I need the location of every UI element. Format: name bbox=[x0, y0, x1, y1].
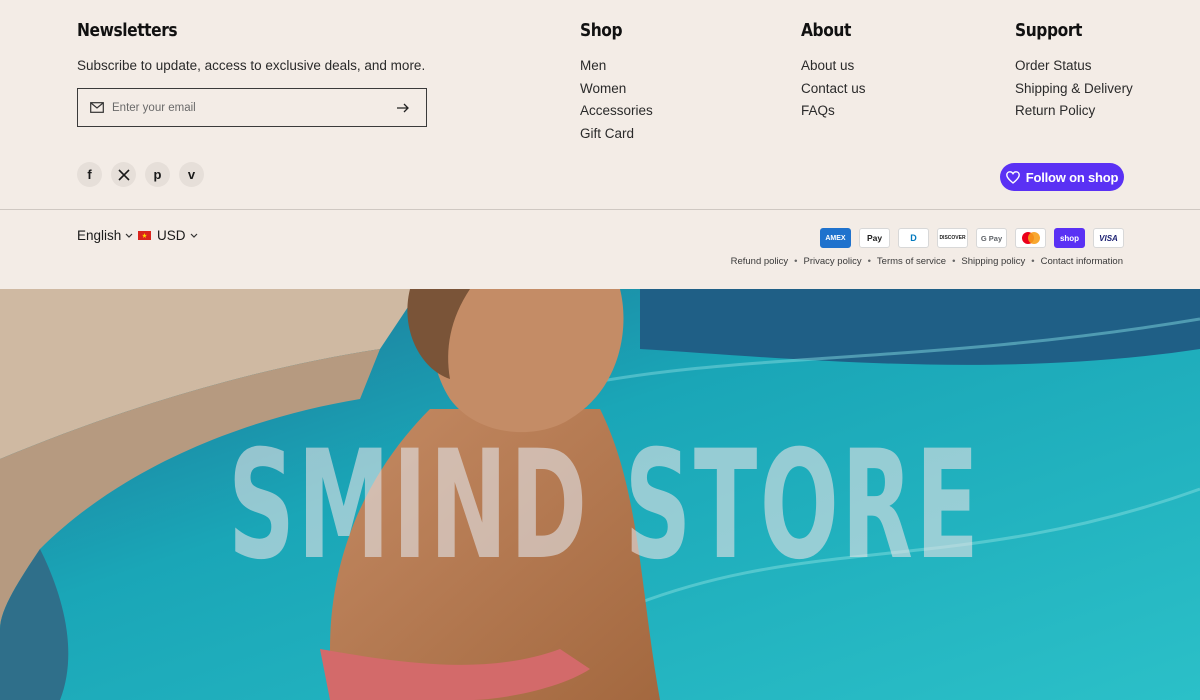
language-label: English bbox=[77, 228, 122, 243]
apple-pay-icon: Pay bbox=[859, 228, 890, 248]
google-pay-icon: G Pay bbox=[976, 228, 1007, 248]
about-title: About bbox=[801, 20, 851, 41]
email-form bbox=[77, 88, 427, 127]
mail-icon bbox=[90, 102, 104, 113]
separator: • bbox=[867, 256, 871, 267]
shop-links: Men Women Accessories Gift Card bbox=[580, 58, 653, 148]
currency-selector[interactable]: USD bbox=[138, 228, 198, 243]
hero-title: SMIND STORE bbox=[228, 419, 982, 593]
chevron-down-icon bbox=[125, 233, 133, 239]
pinterest-icon[interactable]: p bbox=[145, 162, 170, 187]
flag-icon bbox=[138, 231, 151, 240]
visa-icon: VISA bbox=[1093, 228, 1124, 248]
x-icon[interactable] bbox=[111, 162, 136, 187]
separator: • bbox=[952, 256, 956, 267]
policy-link[interactable]: Contact information bbox=[1041, 256, 1123, 267]
support-title: Support bbox=[1015, 20, 1082, 41]
mastercard-icon bbox=[1015, 228, 1046, 248]
shop-title: Shop bbox=[580, 20, 623, 41]
separator: • bbox=[794, 256, 798, 267]
facebook-icon[interactable]: f bbox=[77, 162, 102, 187]
chevron-down-icon bbox=[190, 233, 198, 239]
shop-link[interactable]: Accessories bbox=[580, 103, 653, 126]
about-link[interactable]: About us bbox=[801, 58, 866, 81]
policy-link[interactable]: Privacy policy bbox=[804, 256, 862, 267]
divider bbox=[0, 209, 1200, 210]
heart-icon bbox=[1005, 170, 1020, 184]
about-links: About us Contact us FAQs bbox=[801, 58, 866, 126]
footer: Newsletters Subscribe to update, access … bbox=[0, 0, 1200, 289]
shop-link[interactable]: Women bbox=[580, 81, 653, 104]
support-link[interactable]: Order Status bbox=[1015, 58, 1133, 81]
policy-link[interactable]: Refund policy bbox=[731, 256, 789, 267]
language-selector[interactable]: English bbox=[77, 228, 133, 243]
newsletter-title: Newsletters bbox=[77, 20, 178, 41]
shop-link[interactable]: Men bbox=[580, 58, 653, 81]
support-link[interactable]: Shipping & Delivery bbox=[1015, 81, 1133, 104]
support-links: Order Status Shipping & Delivery Return … bbox=[1015, 58, 1133, 126]
separator: • bbox=[1031, 256, 1035, 267]
amex-icon: AMEX bbox=[820, 228, 851, 248]
shop-link[interactable]: Gift Card bbox=[580, 126, 653, 149]
policy-links: Refund policy • Privacy policy • Terms of … bbox=[731, 256, 1123, 267]
newsletter-description: Subscribe to update, access to exclusive… bbox=[77, 58, 426, 73]
diners-club-icon: D bbox=[898, 228, 929, 248]
currency-label: USD bbox=[157, 228, 186, 243]
about-link[interactable]: Contact us bbox=[801, 81, 866, 104]
hero-banner: SMIND STORE bbox=[0, 289, 1200, 700]
about-link[interactable]: FAQs bbox=[801, 103, 866, 126]
policy-link[interactable]: Shipping policy bbox=[961, 256, 1025, 267]
policy-link[interactable]: Terms of service bbox=[877, 256, 946, 267]
email-input[interactable] bbox=[112, 101, 392, 114]
vimeo-icon[interactable]: v bbox=[179, 162, 204, 187]
social-links: f p v bbox=[77, 162, 204, 187]
discover-icon: DISCOVER bbox=[937, 228, 968, 248]
follow-label: Follow on shop bbox=[1025, 169, 1119, 185]
shop-pay-icon: shop bbox=[1054, 228, 1085, 248]
payment-icons: AMEX Pay D DISCOVER G Pay shop VISA bbox=[820, 228, 1124, 248]
support-link[interactable]: Return Policy bbox=[1015, 103, 1133, 126]
arrow-right-icon[interactable] bbox=[392, 97, 414, 119]
follow-on-shop-button[interactable]: Follow on shop bbox=[1000, 163, 1124, 191]
